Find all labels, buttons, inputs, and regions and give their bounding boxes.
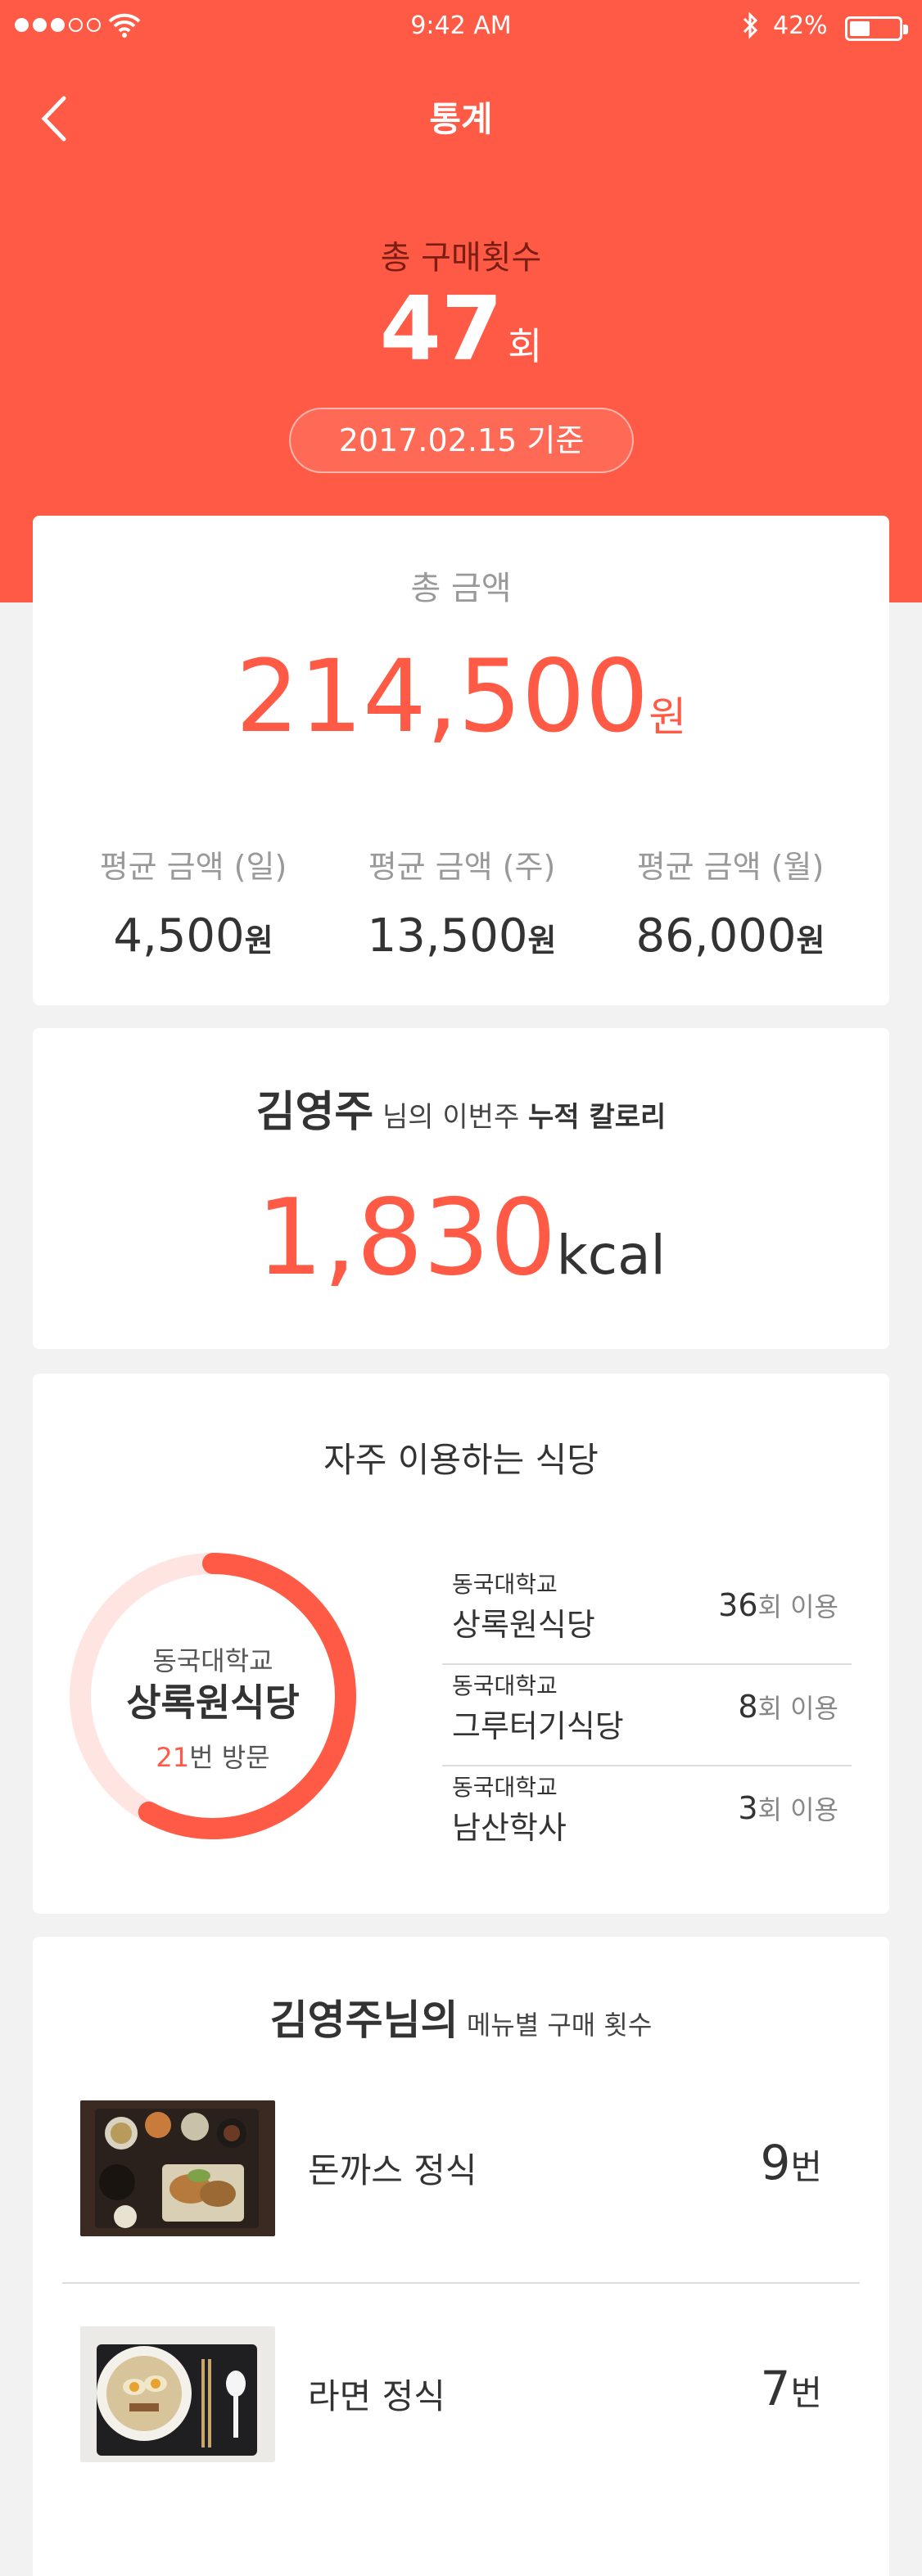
restaurant-name: 그루터기식당 bbox=[452, 1708, 624, 1744]
average-weekly-unit: 원 bbox=[527, 923, 557, 959]
menu-item-count-unit: 번 bbox=[790, 2147, 822, 2187]
menu-photo-tonkatsu bbox=[80, 2100, 275, 2236]
restaurant-university: 동국대학교 bbox=[452, 1774, 558, 1801]
menu-item-name: 라면 정식 bbox=[308, 2376, 445, 2416]
ring-label: 동국대학교 상록원식당 21번 방문 bbox=[66, 1549, 360, 1843]
average-daily-value: 4,500 bbox=[113, 909, 245, 963]
menu-item-count: 7 bbox=[760, 2361, 791, 2416]
average-weekly-value: 13,500 bbox=[367, 909, 528, 963]
restaurant-university: 동국대학교 bbox=[452, 1571, 558, 1598]
restaurant-count: 36 bbox=[718, 1587, 758, 1623]
total-amount-label: 총 금액 bbox=[410, 570, 512, 607]
page-title: 통계 bbox=[429, 99, 493, 139]
average-monthly-label: 평균 금액 (월) bbox=[636, 849, 825, 885]
average-monthly: 평균 금액 (월) 86,000원 bbox=[591, 841, 870, 963]
date-badge: 2017.02.15 기준 bbox=[289, 408, 634, 473]
menu-user-name: 김영주님의 bbox=[269, 1996, 459, 2044]
calorie-total: 1,830kcal bbox=[33, 1177, 889, 1299]
total-count: 47 회 bbox=[0, 278, 922, 381]
battery-icon bbox=[845, 16, 908, 41]
ring-visit-count: 21 bbox=[156, 1742, 190, 1773]
battery-percent: 42% bbox=[773, 11, 828, 40]
restaurant-count-unit: 회 이용 bbox=[757, 1794, 839, 1825]
average-weekly-label: 평균 금액 (주) bbox=[368, 849, 556, 885]
average-monthly-value: 86,000 bbox=[635, 909, 797, 963]
restaurant-list: 동국대학교 상록원식당 36회 이용 동국대학교 그루터기식당 8회 이용 동국… bbox=[442, 1563, 852, 1868]
menu-purchase-card: 김영주님의 메뉴별 구매 횟수 돈까스 정식 9번 라면 정식 7번 bbox=[33, 1937, 889, 2576]
ring-restaurant-name: 상록원식당 bbox=[126, 1680, 300, 1725]
restaurant-university: 동국대학교 bbox=[452, 1672, 558, 1699]
average-daily-unit: 원 bbox=[244, 923, 273, 959]
calorie-heading-strong: 누적 칼로리 bbox=[528, 1101, 667, 1134]
total-count-unit: 회 bbox=[507, 324, 543, 368]
restaurant-name: 상록원식당 bbox=[452, 1607, 595, 1643]
status-bar: 9:42 AM 42% bbox=[0, 0, 922, 54]
total-amount-value: 214,500 bbox=[235, 638, 649, 755]
restaurant-name: 남산학사 bbox=[452, 1810, 567, 1846]
menu-item-count-unit: 번 bbox=[790, 2373, 822, 2413]
frequent-restaurant-card: 자주 이용하는 식당 동국대학교 상록원식당 21번 방문 동국대학교 상록원식… bbox=[33, 1374, 889, 1914]
average-daily: 평균 금액 (일) 4,500원 bbox=[54, 841, 332, 963]
menu-purchase-title: 김영주님의 메뉴별 구매 횟수 bbox=[33, 1987, 889, 2046]
total-count-value: 47 bbox=[379, 278, 503, 381]
menu-item-count: 9 bbox=[760, 2135, 791, 2190]
average-daily-label: 평균 금액 (일) bbox=[99, 849, 287, 885]
bluetooth-icon bbox=[743, 11, 758, 39]
average-weekly: 평균 금액 (주) 13,500원 bbox=[323, 841, 601, 963]
ring-visit-suffix: 번 방문 bbox=[189, 1742, 270, 1773]
list-item[interactable]: 동국대학교 남산학사 3회 이용 bbox=[442, 1766, 852, 1868]
calorie-card: 김영주 님의 이번주 누적 칼로리 1,830kcal bbox=[33, 1028, 889, 1349]
restaurant-count-unit: 회 이용 bbox=[757, 1591, 839, 1622]
total-count-label: 총 구매횟수 bbox=[380, 239, 542, 277]
restaurant-count-unit: 회 이용 bbox=[757, 1693, 839, 1724]
user-name: 김영주 bbox=[255, 1088, 374, 1137]
menu-photo-ramen bbox=[80, 2326, 275, 2462]
restaurant-count: 8 bbox=[738, 1689, 758, 1725]
menu-item[interactable]: 돈까스 정식 9번 bbox=[62, 2079, 860, 2284]
menu-item-name: 돈까스 정식 bbox=[308, 2150, 477, 2190]
calorie-heading: 김영주 님의 이번주 누적 칼로리 bbox=[33, 1077, 889, 1139]
list-item[interactable]: 동국대학교 그루터기식당 8회 이용 bbox=[442, 1665, 852, 1766]
total-amount-card: 총 금액 214,500원 평균 금액 (일) 4,500원 평균 금액 (주)… bbox=[33, 516, 889, 1005]
menu-title-text: 메뉴별 구매 횟수 bbox=[458, 2010, 653, 2041]
list-item[interactable]: 동국대학교 상록원식당 36회 이용 bbox=[442, 1563, 852, 1665]
total-amount-unit: 원 bbox=[649, 693, 687, 741]
average-monthly-unit: 원 bbox=[796, 923, 825, 959]
calorie-heading-text: 님의 이번주 bbox=[373, 1101, 529, 1134]
calorie-value: 1,830 bbox=[256, 1177, 557, 1299]
menu-item[interactable]: 라면 정식 7번 bbox=[62, 2284, 860, 2488]
total-amount: 214,500원 bbox=[33, 638, 889, 755]
calorie-unit: kcal bbox=[556, 1224, 666, 1287]
frequent-restaurant-title: 자주 이용하는 식당 bbox=[323, 1440, 599, 1480]
restaurant-count: 3 bbox=[738, 1790, 758, 1826]
